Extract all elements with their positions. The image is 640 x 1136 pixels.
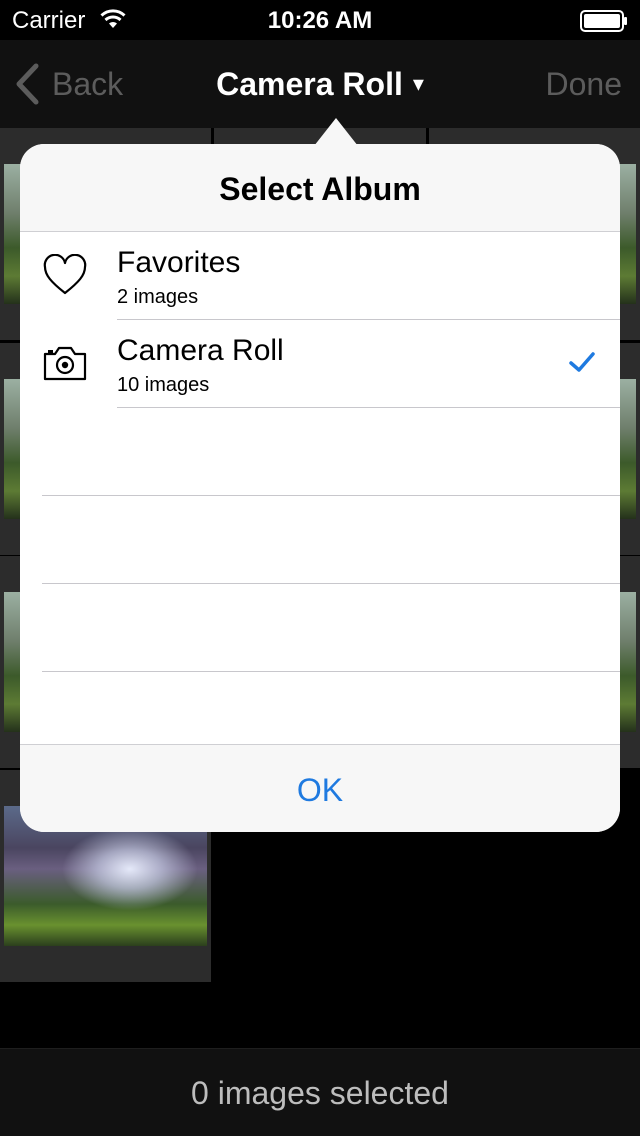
checkmark-icon (569, 352, 595, 372)
row-separator (42, 671, 620, 672)
camera-icon (43, 346, 87, 381)
select-album-popover: Select Album Favorites 2 images Camera R… (20, 144, 620, 832)
album-count: 2 images (117, 286, 199, 308)
navigation-bar: Back Camera Roll ▾ Done (0, 40, 640, 128)
caret-down-icon: ▾ (412, 71, 424, 96)
popover-arrow (314, 118, 358, 146)
row-separator (42, 583, 620, 584)
bottom-toolbar: 0 images selected (0, 1048, 640, 1136)
heart-icon (43, 254, 87, 295)
album-list: Favorites 2 images Camera Roll 10 images (20, 232, 620, 743)
screen: Carrier 10:26 AM Back Camera Roll▾ Done (0, 0, 640, 1136)
album-count: 10 images (117, 374, 210, 396)
popover-header: Select Album (20, 144, 620, 232)
row-separator (117, 407, 620, 408)
ok-button[interactable]: OK (297, 772, 343, 809)
album-row-camera-roll[interactable]: Camera Roll 10 images (20, 320, 620, 408)
popover-footer: OK (20, 744, 620, 832)
status-bar: Carrier 10:26 AM (0, 0, 640, 40)
row-separator (42, 495, 620, 496)
title-label: Camera Roll (216, 66, 403, 102)
clock: 10:26 AM (267, 7, 373, 34)
battery-icon (580, 10, 627, 32)
album-name: Favorites (117, 246, 241, 279)
album-name: Camera Roll (117, 334, 284, 367)
selection-status: 0 images selected (191, 1075, 449, 1111)
popover-title: Select Album (219, 171, 421, 207)
album-selector-title[interactable]: Camera Roll ▾ (0, 66, 640, 103)
done-button[interactable]: Done (546, 66, 623, 103)
album-row-favorites[interactable]: Favorites 2 images (20, 232, 620, 320)
